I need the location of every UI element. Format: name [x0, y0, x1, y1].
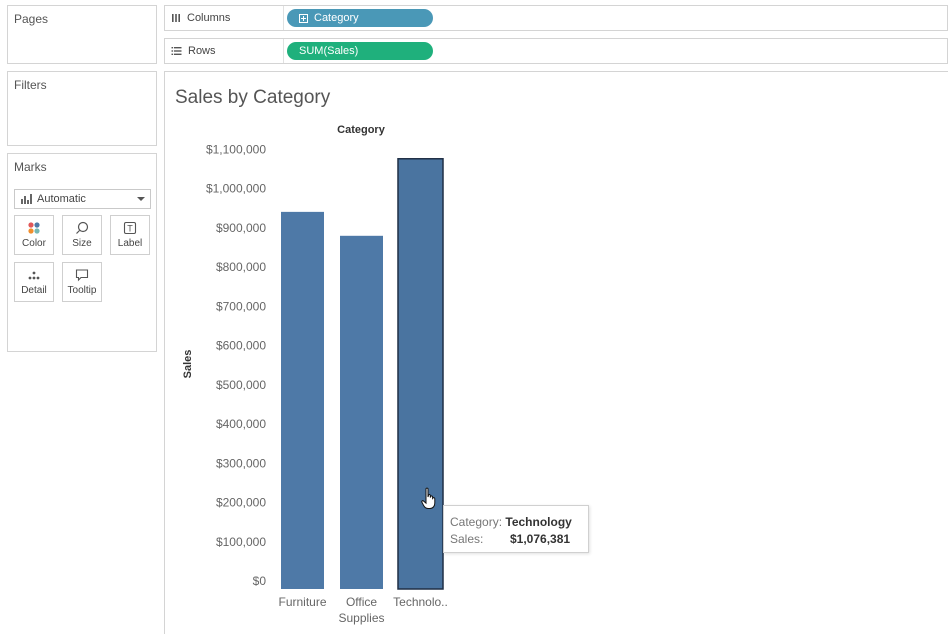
- y-tick-label: $300,000: [216, 456, 266, 470]
- bar-chart-icon: [21, 194, 32, 204]
- tooltip-sales-row: Sales: $1,076,381: [450, 530, 588, 547]
- y-tick-label: $400,000: [216, 417, 266, 431]
- color-button-label: Color: [22, 238, 46, 249]
- pages-title: Pages: [14, 12, 49, 26]
- column-header: Category: [337, 124, 386, 136]
- marks-card: Marks Automatic Color Size T Label Detai…: [7, 153, 157, 352]
- rows-label-text: Rows: [188, 45, 216, 57]
- category-pill[interactable]: Category: [287, 9, 433, 27]
- label-button-label: Label: [117, 238, 143, 249]
- size-icon: [63, 218, 101, 238]
- x-tick-label: Office: [346, 595, 377, 609]
- y-tick-label: $1,100,000: [206, 143, 266, 157]
- pages-card[interactable]: Pages: [7, 5, 157, 64]
- sum-sales-pill-label: SUM(Sales): [299, 45, 359, 57]
- detail-button[interactable]: Detail: [14, 262, 54, 302]
- columns-shelf-label: Columns: [171, 12, 230, 24]
- columns-icon: [172, 14, 180, 22]
- label-button[interactable]: T Label: [110, 215, 150, 255]
- rows-icon: [171, 47, 182, 55]
- shelf-divider: [283, 39, 284, 63]
- hand-cursor-icon: [421, 487, 436, 509]
- y-axis-title: Sales: [182, 350, 194, 379]
- detail-button-label: Detail: [21, 285, 47, 296]
- columns-label-text: Columns: [187, 12, 231, 24]
- y-tick-label: $600,000: [216, 339, 266, 353]
- bar: [340, 235, 383, 590]
- rows-shelf[interactable]: Rows SUM(Sales): [164, 38, 948, 64]
- marks-title: Marks: [14, 160, 47, 174]
- y-tick-label: $0: [253, 574, 267, 588]
- mark-type-dropdown[interactable]: Automatic: [14, 189, 151, 209]
- columns-shelf[interactable]: Columns Category: [164, 5, 948, 31]
- bar: [397, 158, 444, 590]
- tooltip-bubble-icon: [63, 265, 101, 285]
- filters-title: Filters: [14, 78, 47, 92]
- tooltip-category-value: Technology: [505, 514, 572, 529]
- shelf-divider: [283, 6, 284, 30]
- color-button[interactable]: Color: [14, 215, 54, 255]
- color-dots-icon: [15, 218, 53, 238]
- y-tick-label: $200,000: [216, 496, 266, 510]
- y-tick-label: $100,000: [216, 535, 266, 549]
- y-tick-label: $500,000: [216, 378, 266, 392]
- tooltip-button[interactable]: Tooltip: [62, 262, 102, 302]
- size-button-label: Size: [72, 238, 92, 249]
- tooltip-sales-value: $1,076,381: [510, 531, 571, 546]
- filters-card[interactable]: Filters: [7, 71, 157, 146]
- size-button[interactable]: Size: [62, 215, 102, 255]
- y-tick-label: $800,000: [216, 260, 266, 274]
- svg-text:T: T: [127, 224, 133, 234]
- tooltip-button-label: Tooltip: [67, 285, 97, 296]
- y-tick-label: $900,000: [216, 221, 266, 235]
- x-tick-label: Technolo..: [393, 595, 448, 609]
- x-tick-label: Furniture: [278, 595, 326, 609]
- tooltip-sales-key: Sales:: [450, 531, 484, 546]
- bar: [281, 211, 324, 589]
- label-icon: T: [111, 218, 149, 238]
- sum-sales-pill[interactable]: SUM(Sales): [287, 42, 433, 60]
- tooltip: Category: Technology Sales: $1,076,381: [443, 505, 589, 553]
- tooltip-category-key: Category:: [450, 514, 503, 529]
- category-pill-label: Category: [314, 12, 359, 24]
- detail-dots-icon: [15, 265, 53, 285]
- mark-type-value: Automatic: [37, 193, 86, 205]
- y-tick-label: $700,000: [216, 299, 266, 313]
- chevron-down-icon: [137, 197, 145, 201]
- rows-shelf-label: Rows: [171, 45, 216, 57]
- x-tick-label: Supplies: [338, 611, 384, 625]
- tooltip-category-row: Category: Technology: [450, 513, 588, 530]
- y-tick-label: $1,000,000: [206, 182, 266, 196]
- expand-plus-icon[interactable]: [299, 13, 308, 23]
